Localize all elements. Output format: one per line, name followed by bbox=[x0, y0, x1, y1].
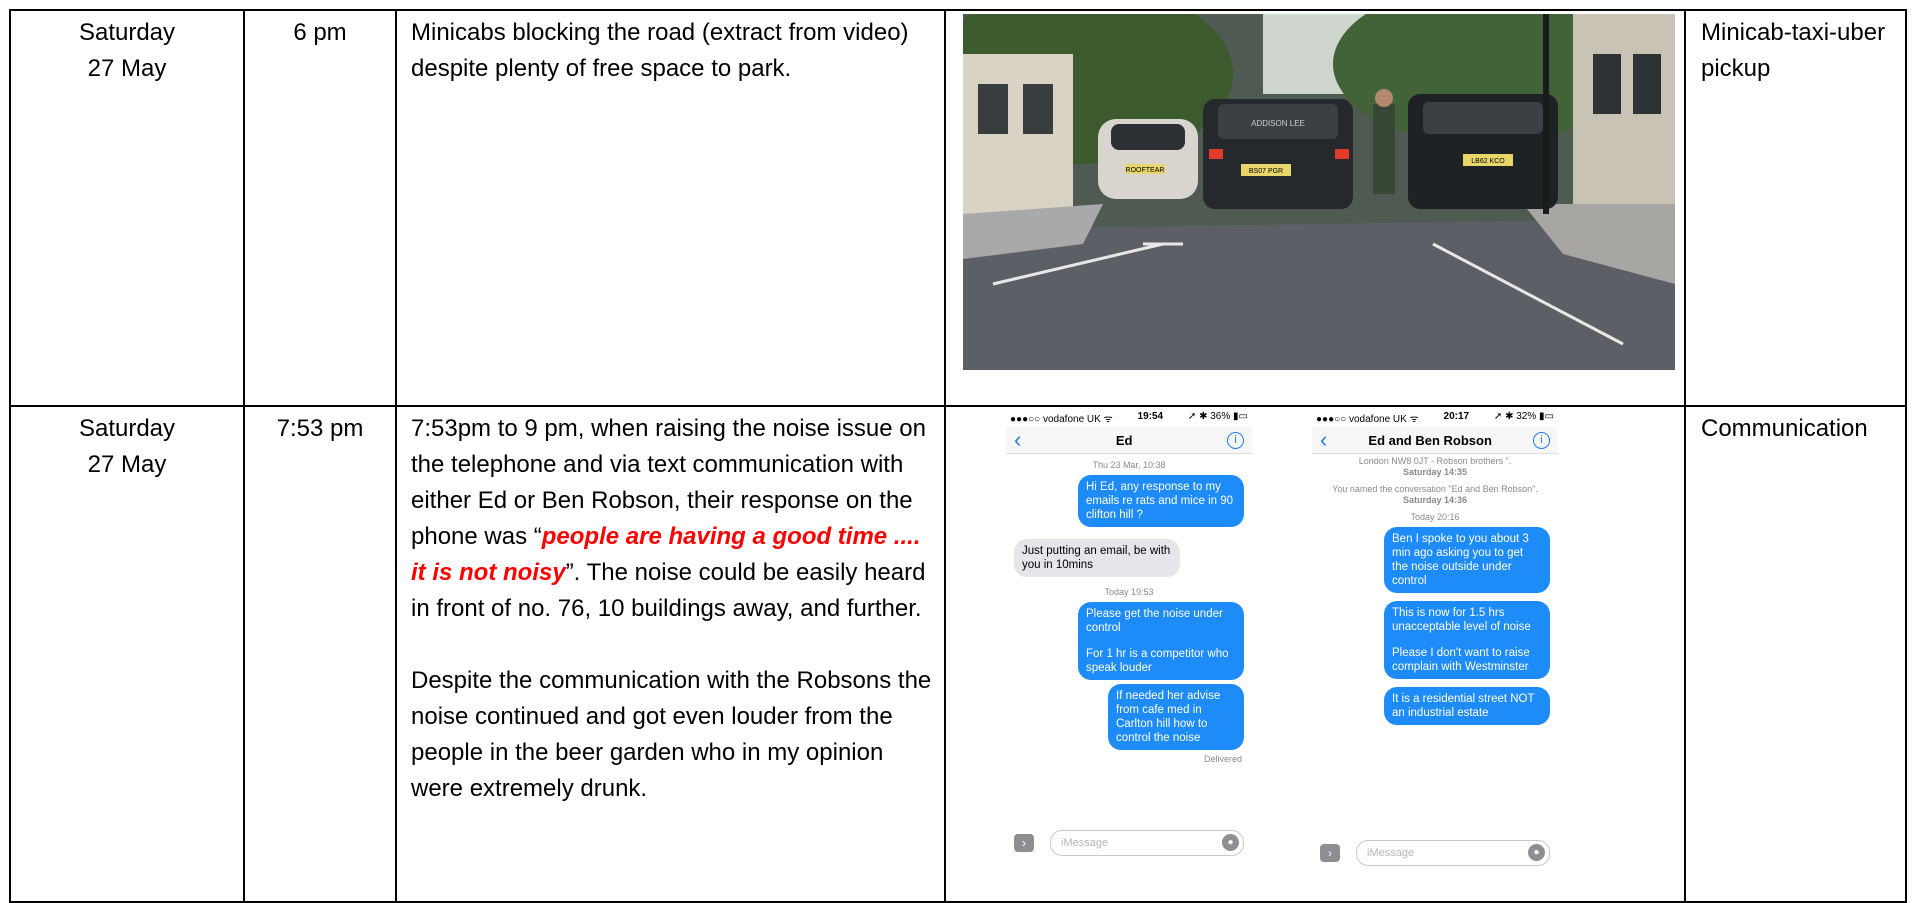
description-cell: Minicabs blocking the road (extract from… bbox=[395, 9, 946, 407]
plate-fiat: ROOFTEAR bbox=[1126, 167, 1165, 174]
back-chevron-icon: ‹ bbox=[1320, 427, 1328, 452]
status-time: 19:54 bbox=[1137, 411, 1164, 422]
status-time: 20:17 bbox=[1443, 411, 1470, 422]
time-cell: 7:53 pm bbox=[243, 405, 397, 903]
table-row: Saturday 27 May 6 pm Minicabs blocking t… bbox=[9, 9, 1907, 407]
table-row: Saturday 27 May 7:53 pm 7:53pm to 9 pm, … bbox=[9, 405, 1907, 903]
date-cell: Saturday 27 May bbox=[9, 405, 245, 903]
category-cell: Minicab-taxi-uber pickup bbox=[1684, 9, 1907, 407]
description-text: 7:53pm to 9 pm, when raising the noise i… bbox=[397, 407, 944, 807]
phone-screenshot-ed-and-ben: ●●●○○ vodafone UK ᯤ 20:17 ➚ ✱ 32% ▮▭ ‹ E… bbox=[1312, 410, 1558, 890]
category-text: Communication bbox=[1701, 415, 1868, 442]
contact-name: Ed bbox=[1115, 432, 1133, 448]
compose-bar: › iMessage ● bbox=[1006, 830, 1252, 856]
contact-name: Ed and Ben Robson bbox=[1368, 432, 1492, 448]
message-line: Please get the noise under control bbox=[1086, 608, 1223, 634]
carrier-text: ●●●○○ vodafone UK ᯤ bbox=[1010, 414, 1113, 425]
received-message: Just putting an email, be with you in 10… bbox=[1014, 539, 1180, 577]
info-icon: i bbox=[1532, 431, 1550, 449]
description-cell: 7:53pm to 9 pm, when raising the noise i… bbox=[395, 405, 946, 903]
message-line: For 1 hr is a competitor who speak loude… bbox=[1086, 648, 1229, 674]
camera-icon: › bbox=[1320, 844, 1340, 862]
plate-suv-center: BS07 PGR bbox=[1249, 168, 1283, 175]
message-input-placeholder: iMessage bbox=[1367, 847, 1415, 859]
date-cell: Saturday 27 May bbox=[9, 9, 245, 407]
conversation-header: ‹ Ed i bbox=[1006, 427, 1252, 454]
microphone-icon: ● bbox=[1222, 834, 1239, 851]
text-screenshots: ●●●○○ vodafone UK ᯤ 19:54 ➚ ✱ 36% ▮▭ ‹ E… bbox=[946, 407, 1684, 897]
system-note-time: Saturday 14:36 bbox=[1402, 495, 1468, 505]
sent-message: Please get the noise under control For 1… bbox=[1078, 602, 1244, 680]
system-note-line: London NW8 0JT - Robson brothers ". bbox=[1358, 456, 1512, 466]
sent-message: If needed her advise from cafe med in Ca… bbox=[1108, 684, 1244, 750]
timestamp: Today 20:16 bbox=[1410, 512, 1460, 522]
battery-text: ➚ ✱ 32% ▮▭ bbox=[1493, 411, 1554, 422]
info-icon: i bbox=[1226, 431, 1244, 449]
time-cell: 6 pm bbox=[243, 9, 397, 407]
category-cell: Communication bbox=[1684, 405, 1907, 903]
timestamp: Today 19:53 bbox=[1104, 587, 1154, 597]
carrier-text: ●●●○○ vodafone UK ᯤ bbox=[1316, 414, 1419, 425]
date-date: 27 May bbox=[87, 451, 167, 478]
microphone-icon: ● bbox=[1528, 844, 1545, 861]
plate-suv-right: LB62 KCO bbox=[1471, 158, 1505, 165]
phone-screenshot-ed: ●●●○○ vodafone UK ᯤ 19:54 ➚ ✱ 36% ▮▭ ‹ E… bbox=[1006, 410, 1252, 890]
status-bar: ●●●○○ vodafone UK ᯤ 20:17 ➚ ✱ 32% ▮▭ bbox=[1312, 410, 1558, 427]
status-bar: ●●●○○ vodafone UK ᯤ 19:54 ➚ ✱ 36% ▮▭ bbox=[1006, 410, 1252, 427]
date-day: Saturday bbox=[78, 19, 176, 46]
system-note-time: Saturday 14:35 bbox=[1402, 467, 1468, 477]
battery-text: ➚ ✱ 36% ▮▭ bbox=[1187, 411, 1248, 422]
incident-log-table: Saturday 27 May 6 pm Minicabs blocking t… bbox=[9, 9, 1907, 903]
time-text: 6 pm bbox=[293, 19, 347, 46]
system-note: London NW8 0JT - Robson brothers ". Satu… bbox=[1312, 456, 1558, 478]
back-chevron-icon: ‹ bbox=[1014, 427, 1022, 452]
date-date: 27 May bbox=[87, 55, 167, 82]
sent-message: Hi Ed, any response to my emails re rats… bbox=[1078, 475, 1244, 527]
category-text: Minicab-taxi-uber pickup bbox=[1701, 19, 1886, 82]
description-paragraph-2: Despite the communication with the Robso… bbox=[411, 667, 932, 802]
conversation-header: ‹ Ed and Ben Robson i bbox=[1312, 427, 1558, 454]
compose-bar: › iMessage ● bbox=[1312, 840, 1558, 866]
taxi-sign-text: ADDISON LEE bbox=[1251, 119, 1305, 128]
system-note: You named the conversation "Ed and Ben R… bbox=[1312, 484, 1558, 506]
evidence-cell: ROOFTEAR ADDISON LEE BS07 PGR LB62 KCO bbox=[944, 9, 1686, 407]
sent-message: Ben I spoke to you about 3 min ago askin… bbox=[1384, 527, 1550, 593]
sent-message: It is a residential street NOT an indust… bbox=[1384, 687, 1550, 725]
sent-message: This is now for 1.5 hrs unacceptable lev… bbox=[1384, 601, 1550, 679]
description-text: Minicabs blocking the road (extract from… bbox=[411, 19, 909, 82]
timestamp: Thu 23 Mar, 10:38 bbox=[1092, 460, 1166, 470]
camera-icon: › bbox=[1014, 834, 1034, 852]
message-line: This is now for 1.5 hrs unacceptable lev… bbox=[1392, 607, 1531, 633]
message-input: iMessage ● bbox=[1356, 840, 1550, 866]
date-day: Saturday bbox=[78, 415, 176, 442]
system-note-line: You named the conversation "Ed and Ben R… bbox=[1332, 484, 1538, 494]
evidence-cell: ●●●○○ vodafone UK ᯤ 19:54 ➚ ✱ 36% ▮▭ ‹ E… bbox=[944, 405, 1686, 903]
time-text: 7:53 pm bbox=[276, 415, 364, 442]
delivered-status: Delivered bbox=[1203, 754, 1242, 764]
street-photo: ROOFTEAR ADDISON LEE BS07 PGR LB62 KCO bbox=[963, 14, 1675, 370]
message-line: Please I don't want to raise complain wi… bbox=[1392, 647, 1530, 673]
message-input-placeholder: iMessage bbox=[1061, 837, 1109, 849]
message-input: iMessage ● bbox=[1050, 830, 1244, 856]
